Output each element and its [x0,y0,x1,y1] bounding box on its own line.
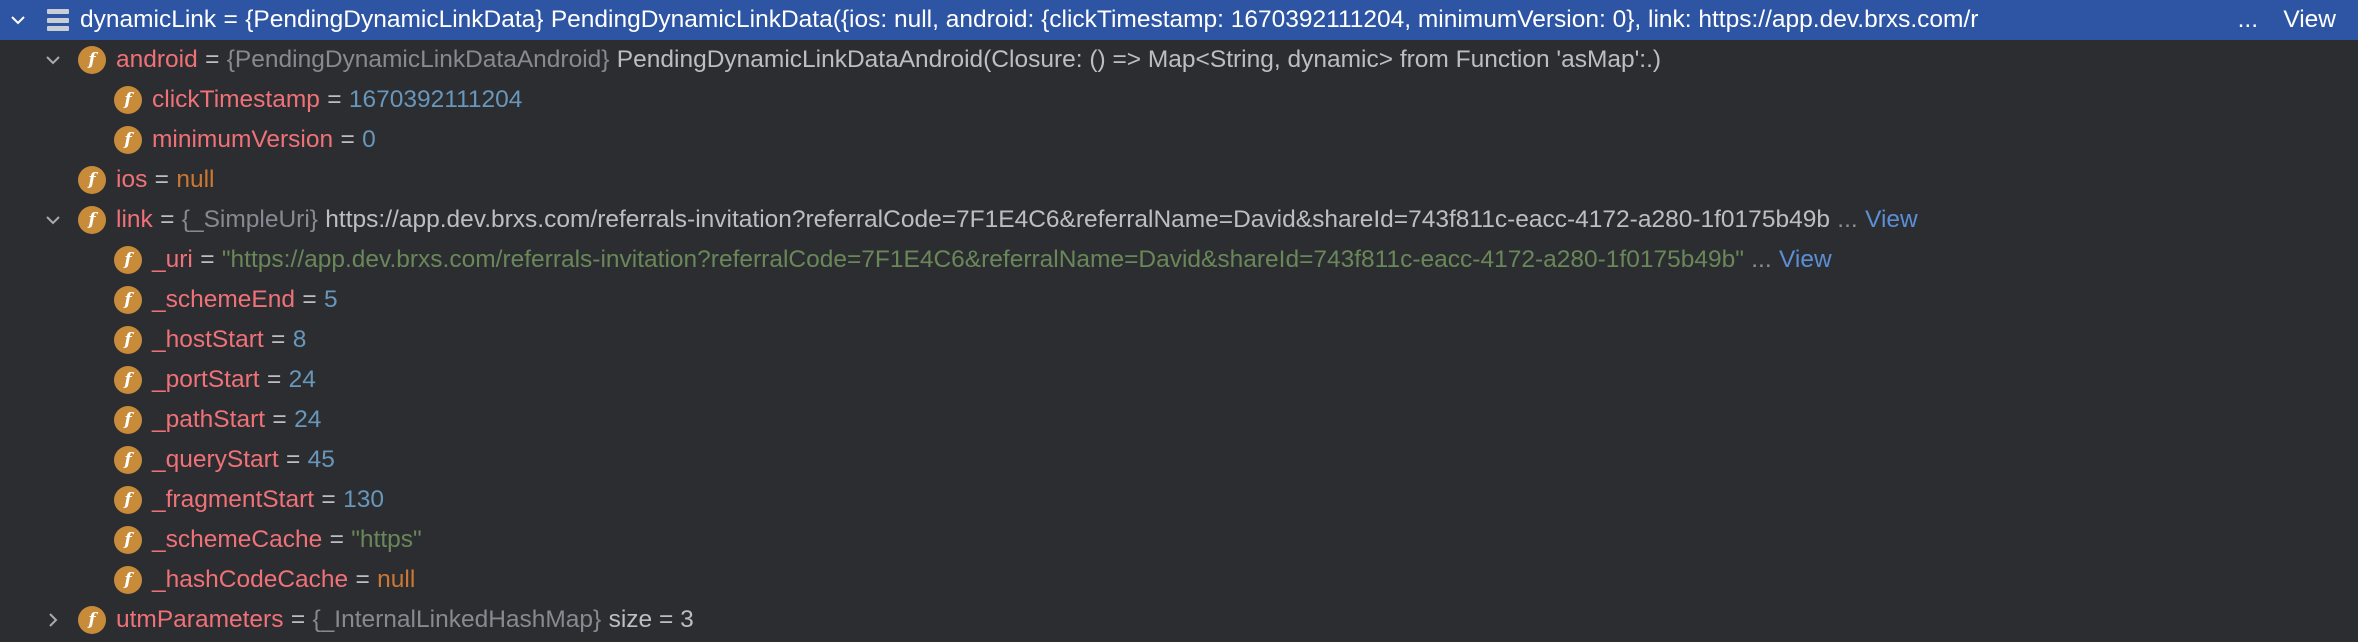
variable-type: {PendingDynamicLinkData} [245,6,544,33]
variable-value: 0 [362,126,376,153]
field-icon: f [114,366,142,394]
equals-sign: = [355,566,370,593]
equals-sign: = [205,46,220,73]
debugger-variables-tree: dynamicLink = {PendingDynamicLinkData} P… [0,0,2358,642]
variable-name: clickTimestamp [152,86,320,113]
ellipsis: ... [1837,206,1858,233]
field-icon: f [114,286,142,314]
equals-sign: = [266,366,282,393]
view-link[interactable]: View [1865,206,1918,234]
tree-row-minimumVersion[interactable]: f minimumVersion = 0 [0,120,2358,160]
variable-value: 5 [324,286,338,313]
variable-value: "https" [351,526,422,553]
variable-value: null [176,166,215,193]
equals-sign: = [290,606,306,633]
chevron-right-icon[interactable] [41,608,65,632]
equals-sign: = [223,6,238,33]
equals-sign: = [272,406,287,433]
variable-name: link [116,206,153,233]
field-icon: f [114,126,142,154]
equals-sign: = [154,166,169,193]
variable-name: android [116,46,198,73]
equals-sign: = [329,526,344,553]
chevron-down-icon[interactable] [6,8,30,32]
field-icon: f [114,446,142,474]
field-icon: f [114,486,142,514]
tree-row-dynamicLink[interactable]: dynamicLink = {PendingDynamicLinkData} P… [0,0,2358,40]
variable-value: PendingDynamicLinkData({ios: null, andro… [550,6,1979,33]
field-icon: f [114,246,142,274]
equals-sign: = [321,486,336,513]
list-icon [47,9,69,31]
tree-row-clickTimestamp[interactable]: f clickTimestamp = 1670392111204 [0,80,2358,120]
variable-name: _pathStart [152,406,266,433]
equals-sign: = [340,126,355,153]
equals-sign: = [200,246,215,273]
equals-sign: = [286,446,301,473]
variable-name: _hostStart [152,326,264,353]
tree-row-hostStart[interactable]: f _hostStart = 8 [0,320,2358,360]
variable-name: _schemeCache [152,526,323,553]
variable-name: _queryStart [152,446,279,473]
variable-value: null [377,566,416,593]
equals-sign: = [160,206,175,233]
tree-row-portStart[interactable]: f _portStart = 24 [0,360,2358,400]
variable-type: {PendingDynamicLinkDataAndroid} [226,46,610,73]
tree-row-fragmentStart[interactable]: f _fragmentStart = 130 [0,480,2358,520]
variable-name: _portStart [152,366,260,393]
field-icon: f [114,86,142,114]
variable-value: 8 [292,326,307,353]
field-icon: f [114,326,142,354]
equals-sign: = [302,286,317,313]
tree-row-link[interactable]: f link = {_SimpleUri} https://app.dev.br… [0,200,2358,240]
field-icon: f [78,166,106,194]
variable-name: _schemeEnd [152,286,296,313]
field-icon: f [114,526,142,554]
tree-row-queryStart[interactable]: f _queryStart = 45 [0,440,2358,480]
view-link[interactable]: View [2283,6,2336,34]
variable-value: https://app.dev.brxs.com/referrals-invit… [325,206,1830,233]
tree-row-hashCodeCache[interactable]: f _hashCodeCache = null [0,560,2358,600]
variable-type: {_SimpleUri} [181,206,318,233]
field-icon: f [78,206,106,234]
tree-row-uri[interactable]: f _uri = "https://app.dev.brxs.com/refer… [0,240,2358,280]
variable-value: "https://app.dev.brxs.com/referrals-invi… [221,246,1744,273]
variable-value: 1670392111204 [348,86,523,113]
chevron-down-icon[interactable] [41,208,65,232]
tree-row-pathStart[interactable]: f _pathStart = 24 [0,400,2358,440]
equals-sign: = [327,86,342,113]
tree-row-android[interactable]: f android = {PendingDynamicLinkDataAndro… [0,40,2358,80]
tree-row-schemeEnd[interactable]: f _schemeEnd = 5 [0,280,2358,320]
field-icon: f [114,566,142,594]
variable-value: PendingDynamicLinkDataAndroid(Closure: (… [616,46,1662,73]
variable-type: {_InternalLinkedHashMap} [312,606,602,633]
view-link[interactable]: View [1779,246,1832,274]
variable-name: _hashCodeCache [152,566,349,593]
variable-name: _uri [152,246,193,273]
variable-name: utmParameters [116,606,284,633]
variable-value: 45 [307,446,335,473]
variable-value: 24 [288,366,316,393]
variable-name: minimumVersion [152,126,334,153]
tree-row-ios[interactable]: f ios = null [0,160,2358,200]
variable-name: _fragmentStart [152,486,315,513]
chevron-down-icon[interactable] [41,48,65,72]
variable-value: 130 [343,486,384,513]
field-icon: f [78,46,106,74]
equals-sign: = [271,326,286,353]
tree-row-utmParameters[interactable]: f utmParameters = {_InternalLinkedHashMa… [0,600,2358,640]
field-icon: f [78,606,106,634]
tree-row-schemeCache[interactable]: f _schemeCache = "https" [0,520,2358,560]
variable-value: 24 [294,406,322,433]
ellipsis: ... [2237,6,2258,33]
ellipsis: ... [1751,246,1772,273]
variable-name: dynamicLink [80,6,217,33]
field-icon: f [114,406,142,434]
variable-value: size = 3 [608,606,694,633]
variable-name: ios [116,166,148,193]
